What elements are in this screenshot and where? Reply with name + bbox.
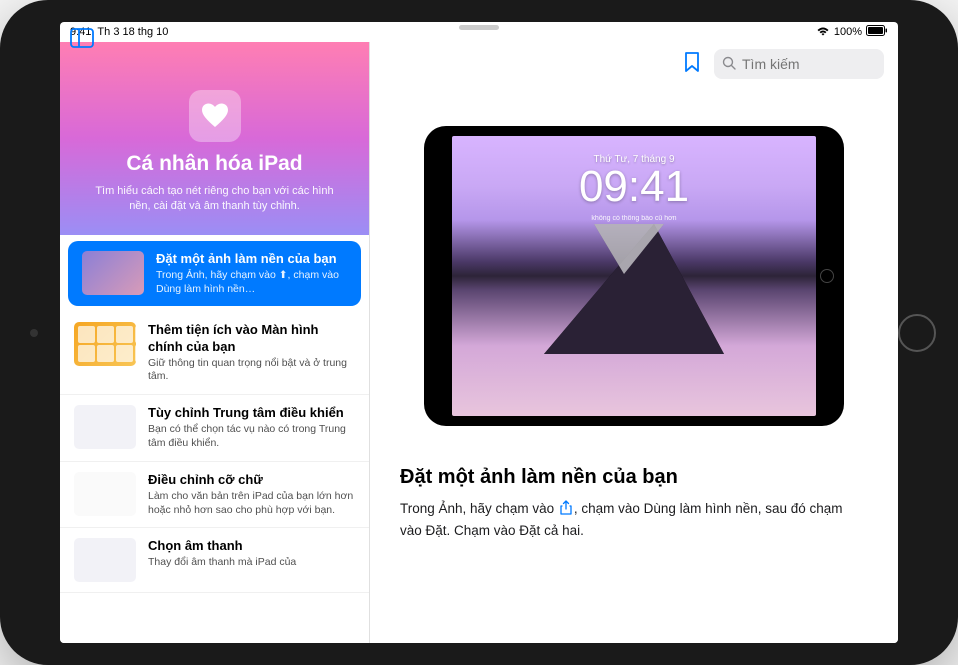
sidebar-header: Cá nhân hóa iPad Tìm hiểu cách tạo nét r… <box>60 42 369 235</box>
sidebar-item-thumbnail <box>74 538 136 582</box>
sidebar-item-title: Thêm tiện ích vào Màn hình chính của bạn <box>148 322 355 355</box>
sidebar-item-title: Điều chỉnh cỡ chữ <box>148 472 355 488</box>
article-title: Đặt một ảnh làm nền của bạn <box>400 466 868 489</box>
ipad-device-frame: 9:41 Th 3 18 thg 10 100% <box>0 0 958 665</box>
sidebar-item-desc: Bạn có thể chọn tác vụ nào có trong Trun… <box>148 423 355 450</box>
lockscreen-wallpaper: Thứ Tư, 7 tháng 9 09:41 không có thông b… <box>452 136 816 416</box>
search-input[interactable] <box>742 56 898 72</box>
sidebar-item-thumbnail <box>82 251 144 295</box>
sidebar-item-desc: Giữ thông tin quan trọng nổi bật và ở tr… <box>148 357 355 384</box>
lockscreen-time: 09:41 <box>579 165 689 209</box>
main-toolbar <box>370 42 898 86</box>
sidebar-item-thumbnail <box>74 322 136 366</box>
sidebar-title: Cá nhân hóa iPad <box>80 152 349 176</box>
main-area: Thứ Tư, 7 tháng 9 09:41 không có thông b… <box>370 42 898 643</box>
device-camera <box>30 329 38 337</box>
status-date: Th 3 18 thg 10 <box>97 26 168 38</box>
article-text-pre: Trong Ảnh, hãy chạm vào <box>400 501 554 516</box>
battery-icon <box>866 25 888 39</box>
share-icon <box>560 500 572 521</box>
sidebar-list[interactable]: Đặt một ảnh làm nền của bạn Trong Ảnh, hã… <box>60 235 369 643</box>
sidebar-item-4[interactable]: Chọn âm thanh Thay đổi âm thanh mà iPad c… <box>60 528 369 593</box>
sidebar-item-3[interactable]: Điều chỉnh cỡ chữ Làm cho văn bản trên iP… <box>60 462 369 529</box>
article-body: Trong Ảnh, hãy chạm vào , chạm vào Dùng … <box>400 499 868 542</box>
sidebar-subtitle: Tìm hiểu cách tạo nét riêng cho bạn với … <box>80 184 349 215</box>
sidebar: Cá nhân hóa iPad Tìm hiểu cách tạo nét r… <box>60 42 370 643</box>
preview-home-button <box>820 269 834 283</box>
sidebar-item-desc: Làm cho văn bản trên iPad của bạn lớn hơ… <box>148 490 355 517</box>
sidebar-item-desc: Trong Ảnh, hãy chạm vào ⬆, chạm vào Dùng… <box>156 269 347 296</box>
multitask-handle[interactable] <box>459 25 499 30</box>
lockscreen-subtext: không có thông báo cũ hơn <box>591 215 676 222</box>
sidebar-item-thumbnail <box>74 472 136 516</box>
sidebar-item-title: Chọn âm thanh <box>148 538 355 554</box>
sidebar-item-thumbnail <box>74 405 136 449</box>
sidebar-item-2[interactable]: Tùy chỉnh Trung tâm điều khiển Bạn có thể… <box>60 395 369 462</box>
sidebar-item-desc: Thay đổi âm thanh mà iPad của <box>148 556 355 570</box>
heart-icon <box>189 90 241 142</box>
sidebar-item-title: Tùy chỉnh Trung tâm điều khiển <box>148 405 355 421</box>
search-icon <box>722 56 736 73</box>
sidebar-item-0[interactable]: Đặt một ảnh làm nền của bạn Trong Ảnh, hã… <box>68 241 361 307</box>
search-field[interactable] <box>714 49 884 79</box>
sidebar-item-1[interactable]: Thêm tiện ích vào Màn hình chính của bạn… <box>60 312 369 395</box>
ipad-lockscreen-preview: Thứ Tư, 7 tháng 9 09:41 không có thông b… <box>424 126 844 426</box>
sidebar-toggle-button[interactable] <box>70 28 94 48</box>
screen: 9:41 Th 3 18 thg 10 100% <box>60 22 898 643</box>
battery-label: 100% <box>834 26 862 38</box>
main-content[interactable]: Thứ Tư, 7 tháng 9 09:41 không có thông b… <box>370 86 898 643</box>
bookmark-button[interactable] <box>684 52 700 77</box>
device-home-button[interactable] <box>898 314 936 352</box>
sidebar-item-title: Đặt một ảnh làm nền của bạn <box>156 251 347 267</box>
mountain-graphic <box>544 224 724 354</box>
wifi-icon <box>816 26 830 39</box>
